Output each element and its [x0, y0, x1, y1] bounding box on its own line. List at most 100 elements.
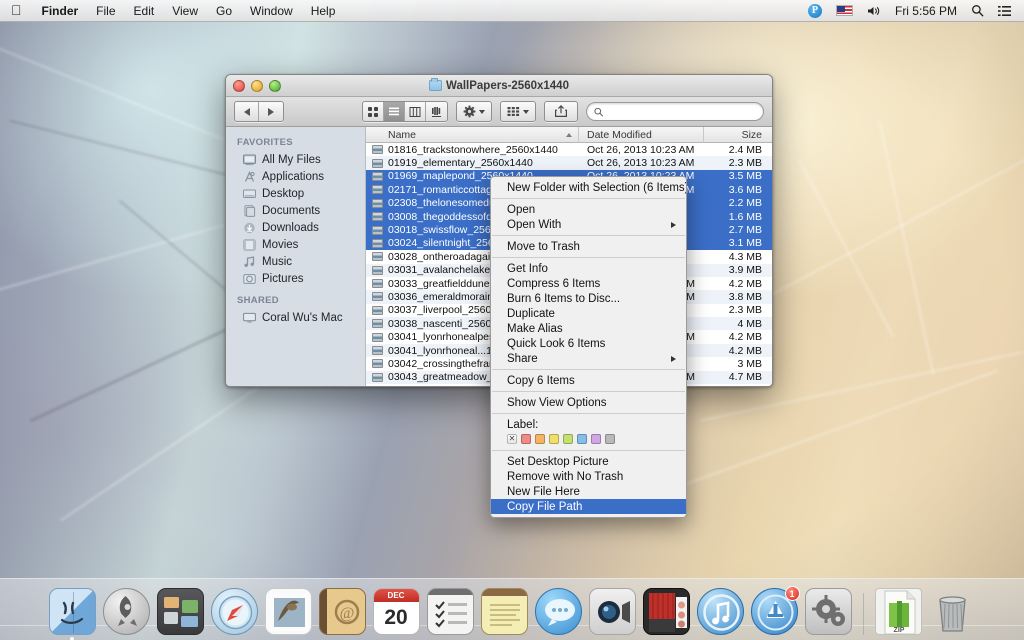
label-color-swatch-1[interactable]: [521, 434, 531, 444]
menu-separator: [492, 369, 685, 370]
dock-item-app-store[interactable]: 1: [751, 588, 798, 635]
dock-item-contacts[interactable]: @: [319, 588, 366, 635]
sidebar-item-label: Documents: [262, 205, 320, 217]
sidebar-item-desktop[interactable]: Desktop: [226, 185, 365, 202]
dock-item-mail[interactable]: [265, 588, 312, 635]
menu-item-burn-to-disc[interactable]: Burn 6 Items to Disc...: [491, 291, 686, 306]
dock-item-notes[interactable]: [481, 588, 528, 635]
window-titlebar[interactable]: WallPapers-2560x1440: [226, 75, 772, 97]
menu-item-help[interactable]: Help: [302, 0, 345, 22]
image-file-icon: [372, 172, 383, 181]
window-toolbar: [226, 97, 772, 127]
dock-item-launchpad[interactable]: [103, 588, 150, 635]
table-row[interactable]: 01919_elementary_2560x1440Oct 26, 2013 1…: [366, 156, 772, 169]
menu-item-open-with[interactable]: Open With: [491, 217, 686, 232]
search-field[interactable]: [586, 102, 764, 121]
app-store-badge: 1: [785, 586, 800, 601]
menu-item-copy-items[interactable]: Copy 6 Items: [491, 373, 686, 388]
apple-logo-icon[interactable]: : [0, 3, 33, 17]
menu-item-compress[interactable]: Compress 6 Items: [491, 276, 686, 291]
image-file-icon: [372, 306, 383, 315]
menu-item-set-desktop-picture[interactable]: Set Desktop Picture: [491, 454, 686, 469]
back-arrow-icon[interactable]: [235, 102, 259, 121]
zoom-button[interactable]: [269, 80, 281, 92]
menu-item-finder[interactable]: Finder: [33, 0, 88, 22]
menu-item-window[interactable]: Window: [241, 0, 302, 22]
label-color-swatch-2[interactable]: [535, 434, 545, 444]
menu-item-show-view-options[interactable]: Show View Options: [491, 395, 686, 410]
column-header-size[interactable]: Size: [704, 127, 772, 143]
sidebar-item-movies[interactable]: Movies: [226, 236, 365, 253]
menu-item-open[interactable]: Open: [491, 202, 686, 217]
menu-item-get-info[interactable]: Get Info: [491, 261, 686, 276]
dock-item-system-preferences[interactable]: [805, 588, 852, 635]
label-color-swatch-6[interactable]: [591, 434, 601, 444]
sidebar-item-coral-wus-mac[interactable]: Coral Wu's Mac: [226, 309, 365, 326]
menu-item-copy-file-path[interactable]: Copy File Path: [491, 499, 686, 514]
volume-icon[interactable]: [860, 5, 888, 17]
gear-action-icon[interactable]: [456, 101, 492, 122]
label-color-swatch-7[interactable]: [605, 434, 615, 444]
menu-item-quick-look[interactable]: Quick Look 6 Items: [491, 336, 686, 351]
pocket-icon[interactable]: P: [801, 4, 829, 18]
menu-bar-clock[interactable]: Fri 5:56 PM: [888, 0, 964, 22]
menu-item-remove-with-no-trash[interactable]: Remove with No Trash: [491, 469, 686, 484]
dock-item-messages[interactable]: [535, 588, 582, 635]
file-name-text: 01919_elementary_2560x1440: [388, 157, 533, 169]
menu-item-new-file-here[interactable]: New File Here: [491, 484, 686, 499]
file-size-cell: 3.6 MB: [704, 184, 772, 196]
sidebar-item-all-my-files[interactable]: All My Files: [226, 151, 365, 168]
dock-item-trash[interactable]: [929, 588, 976, 635]
dock-item-reminders[interactable]: [427, 588, 474, 635]
dock-item-calendar[interactable]: DEC 20: [373, 588, 420, 635]
sidebar-item-pictures[interactable]: Pictures: [226, 270, 365, 287]
dock-item-finder[interactable]: [49, 588, 96, 635]
image-file-icon: [372, 359, 383, 368]
column-header-name[interactable]: Name: [366, 127, 579, 143]
share-icon[interactable]: [544, 101, 578, 122]
column-view-icon[interactable]: [405, 102, 426, 121]
close-button[interactable]: [233, 80, 245, 92]
arrange-icon[interactable]: [500, 101, 536, 122]
navigation-buttons: [234, 101, 284, 122]
minimize-button[interactable]: [251, 80, 263, 92]
dock-item-facetime[interactable]: [589, 588, 636, 635]
window-title: WallPapers-2560x1440: [429, 80, 569, 92]
context-menu[interactable]: New Folder with Selection (6 Items) Open…: [490, 176, 687, 518]
menu-item-make-alias[interactable]: Make Alias: [491, 321, 686, 336]
sidebar-item-applications[interactable]: Applications: [226, 168, 365, 185]
notification-center-icon[interactable]: [991, 5, 1018, 17]
coverflow-view-icon[interactable]: [426, 102, 447, 121]
sidebar-item-downloads[interactable]: Downloads: [226, 219, 365, 236]
image-file-icon: [372, 252, 383, 261]
table-row[interactable]: 01816_trackstonowhere_2560x1440Oct 26, 2…: [366, 143, 772, 156]
menu-item-file[interactable]: File: [87, 0, 124, 22]
menu-item-go[interactable]: Go: [207, 0, 241, 22]
image-file-icon: [372, 386, 383, 387]
icon-view-icon[interactable]: [363, 102, 384, 121]
forward-arrow-icon[interactable]: [259, 102, 283, 121]
us-flag-icon[interactable]: [829, 5, 860, 16]
dock-item-mission-control[interactable]: [157, 588, 204, 635]
label-color-swatch-3[interactable]: [549, 434, 559, 444]
menu-item-duplicate[interactable]: Duplicate: [491, 306, 686, 321]
dock-item-photo-booth[interactable]: [643, 588, 690, 635]
menu-item-new-folder-with-selection[interactable]: New Folder with Selection (6 Items): [491, 180, 686, 195]
column-header-date-modified[interactable]: Date Modified: [579, 127, 704, 143]
sidebar-item-documents[interactable]: Documents: [226, 202, 365, 219]
spotlight-search-icon[interactable]: [964, 4, 991, 17]
list-view-icon[interactable]: [384, 102, 405, 121]
menu-item-move-to-trash[interactable]: Move to Trash: [491, 239, 686, 254]
dock-item-itunes[interactable]: [697, 588, 744, 635]
label-color-swatch-4[interactable]: [563, 434, 573, 444]
label-color-none[interactable]: ✕: [507, 434, 517, 444]
menu-item-view[interactable]: View: [163, 0, 207, 22]
dock-item-zip-file[interactable]: ZIP: [875, 588, 922, 635]
menu-item-edit[interactable]: Edit: [125, 0, 164, 22]
label-color-swatch-5[interactable]: [577, 434, 587, 444]
search-input[interactable]: [607, 106, 756, 118]
dock-item-safari[interactable]: [211, 588, 258, 635]
sidebar-item-music[interactable]: Music: [226, 253, 365, 270]
menu-item-share[interactable]: Share: [491, 351, 686, 366]
dock-separator: [863, 593, 864, 635]
